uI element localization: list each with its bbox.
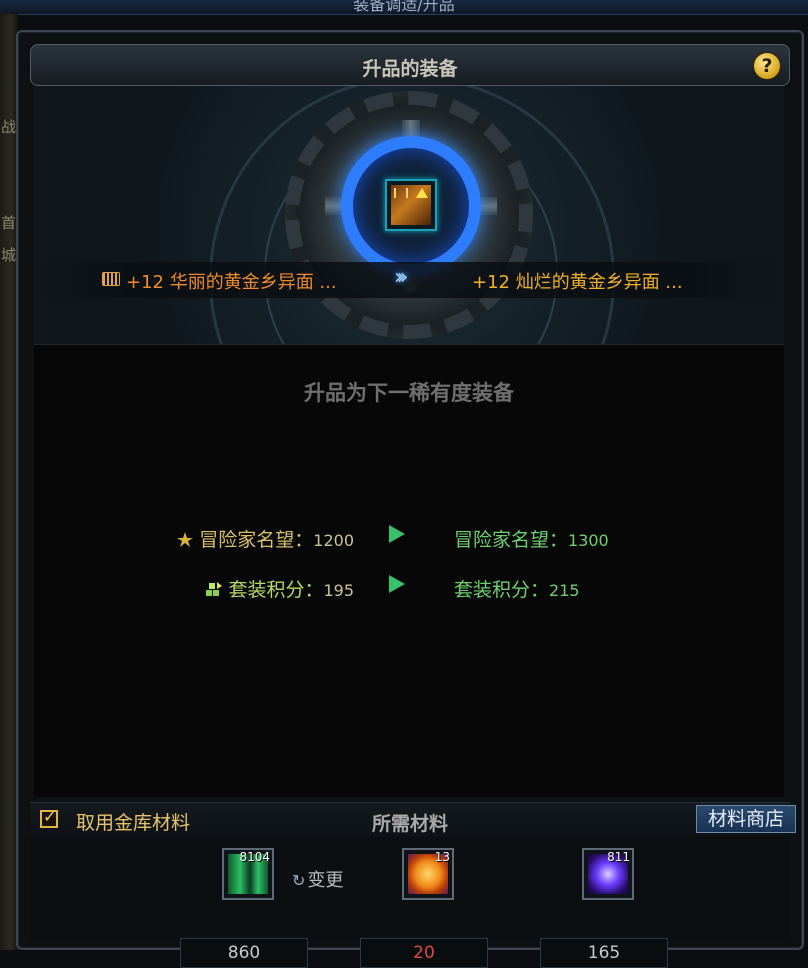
material-owned-count: 13 <box>434 850 450 864</box>
materials-header: 取用金库材料 所需材料 材料商店 <box>30 802 796 837</box>
change-label: 变更 <box>307 870 344 891</box>
equipment-item-icon <box>391 185 431 225</box>
set-points-label: 套装积分： <box>228 579 324 601</box>
grade-badge-icon <box>102 272 120 286</box>
equipment-gear-display: +12 华丽的黄金乡异面 ... ››› +12 灿烂的黄金乡异面 ... <box>34 86 784 344</box>
upgrade-preview-row: +12 华丽的黄金乡异面 ... ››› +12 灿烂的黄金乡异面 ... <box>34 262 784 298</box>
increase-arrow-icon <box>389 525 405 543</box>
fame-current: 冒险家名望：1200 <box>175 525 354 552</box>
material-slot[interactable]: 811 <box>582 848 634 900</box>
equipment-slot[interactable] <box>385 179 437 231</box>
material-slot[interactable]: 13 <box>402 848 454 900</box>
fame-label: 冒险家名望： <box>199 529 314 551</box>
set-points-new-label: 套装积分： <box>454 579 550 601</box>
set-points-icon <box>206 582 223 596</box>
fame-next: 冒险家名望：1300 <box>454 525 609 552</box>
material-shop-button[interactable]: 材料商店 <box>696 805 796 833</box>
help-icon[interactable]: ? <box>753 52 781 80</box>
stat-row-fame: 冒险家名望：1200 冒险家名望：1300 <box>34 523 784 553</box>
current-item-label: +12 华丽的黄金乡异面 ... <box>126 272 337 293</box>
fame-new-value: 1300 <box>568 531 609 550</box>
increase-arrow-icon <box>389 575 405 593</box>
sidebar-glyph: 首 <box>1 214 17 232</box>
stat-row-set-points: 套装积分：195 套装积分：215 <box>34 573 784 603</box>
panel-title: 升品的装备 <box>362 58 458 80</box>
fame-new-label: 冒险家名望： <box>454 529 569 551</box>
panel-title-bar: 升品的装备 ? <box>30 44 790 86</box>
window-title-bar: 装备调适/升品 <box>0 0 808 15</box>
material-required-quantity: 860 <box>180 938 308 968</box>
material-owned-count: 8104 <box>239 850 270 864</box>
sidebar-glyph: 城 <box>1 246 17 264</box>
set-points-old-value: 195 <box>323 581 354 600</box>
set-points-current: 套装积分：195 <box>204 575 354 602</box>
upgrade-panel: 升品的装备 ? +12 华丽的黄金乡异面 ... ››› +12 灿烂的黄金乡异… <box>16 30 804 968</box>
fame-old-value: 1200 <box>313 531 354 550</box>
set-points-next: 套装积分：215 <box>454 575 580 602</box>
material-slot[interactable]: 8104 <box>222 848 274 900</box>
material-owned-count: 811 <box>607 850 630 864</box>
next-item-name[interactable]: +12 灿烂的黄金乡异面 ... <box>472 268 683 294</box>
swap-icon: ↻ <box>292 871 306 890</box>
grade-bars-icon <box>394 188 408 198</box>
fame-icon <box>177 532 194 547</box>
upgrade-info: 升品为下一稀有度装备 冒险家名望：1200 冒险家名望：1300 套装积分：19… <box>34 344 784 797</box>
required-materials-label: 所需材料 <box>371 813 448 835</box>
current-item-name[interactable]: +12 华丽的黄金乡异面 ... <box>102 268 337 294</box>
change-material-button[interactable]: ↻ 变更 <box>292 866 343 892</box>
material-required-quantity: 20 <box>360 938 488 968</box>
sidebar-glyph: 战 <box>1 118 17 136</box>
set-marker-icon <box>416 188 428 198</box>
window-title: 装备调适/升品 <box>353 0 455 14</box>
materials-footer: 取用金库材料 所需材料 材料商店 8104 ↻变更 13 811 860 20 … <box>30 802 796 968</box>
upgrade-arrows-icon: ››› <box>394 265 409 290</box>
set-points-new-value: 215 <box>549 581 580 600</box>
material-required-quantity: 165 <box>540 938 668 968</box>
info-title: 升品为下一稀有度装备 <box>304 380 514 405</box>
